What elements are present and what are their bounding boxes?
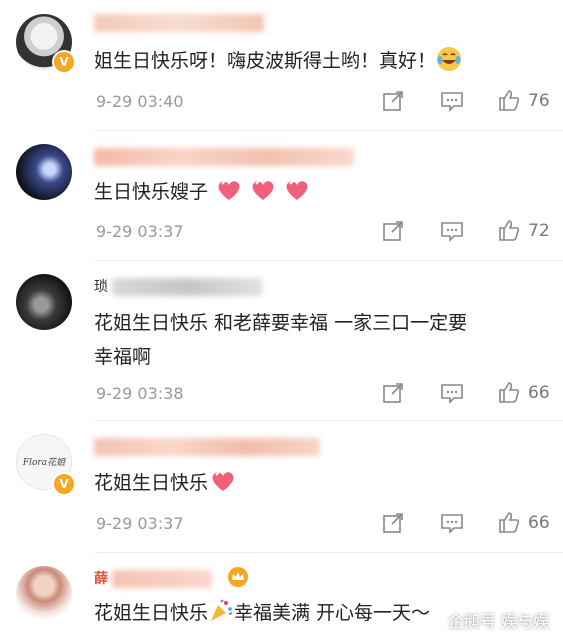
username-redacted[interactable] [112, 570, 212, 588]
divider [94, 130, 563, 131]
username-initial[interactable]: 薛 [94, 568, 108, 588]
avatar-signature: Flora花姐 [22, 458, 66, 468]
like-count: 66 [528, 513, 550, 533]
heart-emoji-icon [216, 178, 242, 202]
divider [94, 260, 563, 261]
watermark: 企鹅号 娱与娱 [447, 612, 549, 631]
like-icon[interactable] [497, 88, 521, 111]
crown-badge-icon [226, 566, 250, 592]
laughing-emoji-icon [436, 46, 462, 72]
username-redacted[interactable] [94, 148, 354, 166]
heart-emoji-icon [284, 178, 310, 202]
verified-badge-icon: V [52, 50, 76, 74]
avatar[interactable] [16, 144, 72, 200]
comment-text: 姐生日快乐呀！嗨皮波斯得土哟！真好！ [94, 44, 539, 78]
share-icon[interactable] [382, 90, 406, 112]
comment-text: 花姐生日快乐 和老薛要幸福 一家三口一定要 幸福啊 [94, 312, 468, 368]
verified-badge-icon: V [52, 472, 76, 496]
heart-emoji-icon [250, 178, 276, 202]
comment-icon[interactable] [440, 512, 464, 534]
comment-time: 9-29 03:40 [96, 92, 184, 111]
share-icon[interactable] [382, 382, 406, 404]
comment-time: 9-29 03:38 [96, 384, 184, 403]
share-icon[interactable] [382, 220, 406, 242]
comment-icon[interactable] [440, 220, 464, 242]
share-icon[interactable] [382, 512, 406, 534]
divider [94, 420, 563, 421]
like-icon[interactable] [497, 380, 521, 403]
like-icon[interactable] [497, 510, 521, 533]
heart-emoji-icon [210, 469, 236, 493]
username-initial[interactable]: 琐 [94, 276, 108, 296]
username-redacted[interactable] [94, 14, 264, 32]
comment-time: 9-29 03:37 [96, 222, 184, 241]
like-count: 66 [528, 383, 550, 403]
avatar[interactable] [16, 566, 72, 622]
username-redacted[interactable] [94, 438, 320, 456]
like-count: 72 [528, 221, 550, 241]
comment-icon[interactable] [440, 382, 464, 404]
party-popper-icon [208, 599, 234, 623]
username-redacted[interactable] [112, 278, 262, 296]
comment-text: 生日快乐嫂子 [94, 175, 539, 209]
like-count: 76 [528, 91, 550, 111]
divider [94, 552, 563, 553]
comment-time: 9-29 03:37 [96, 514, 184, 533]
comment-icon[interactable] [440, 90, 464, 112]
like-icon[interactable] [497, 218, 521, 241]
avatar[interactable] [16, 274, 72, 330]
comment-text: 花姐生日快乐 [94, 466, 539, 500]
